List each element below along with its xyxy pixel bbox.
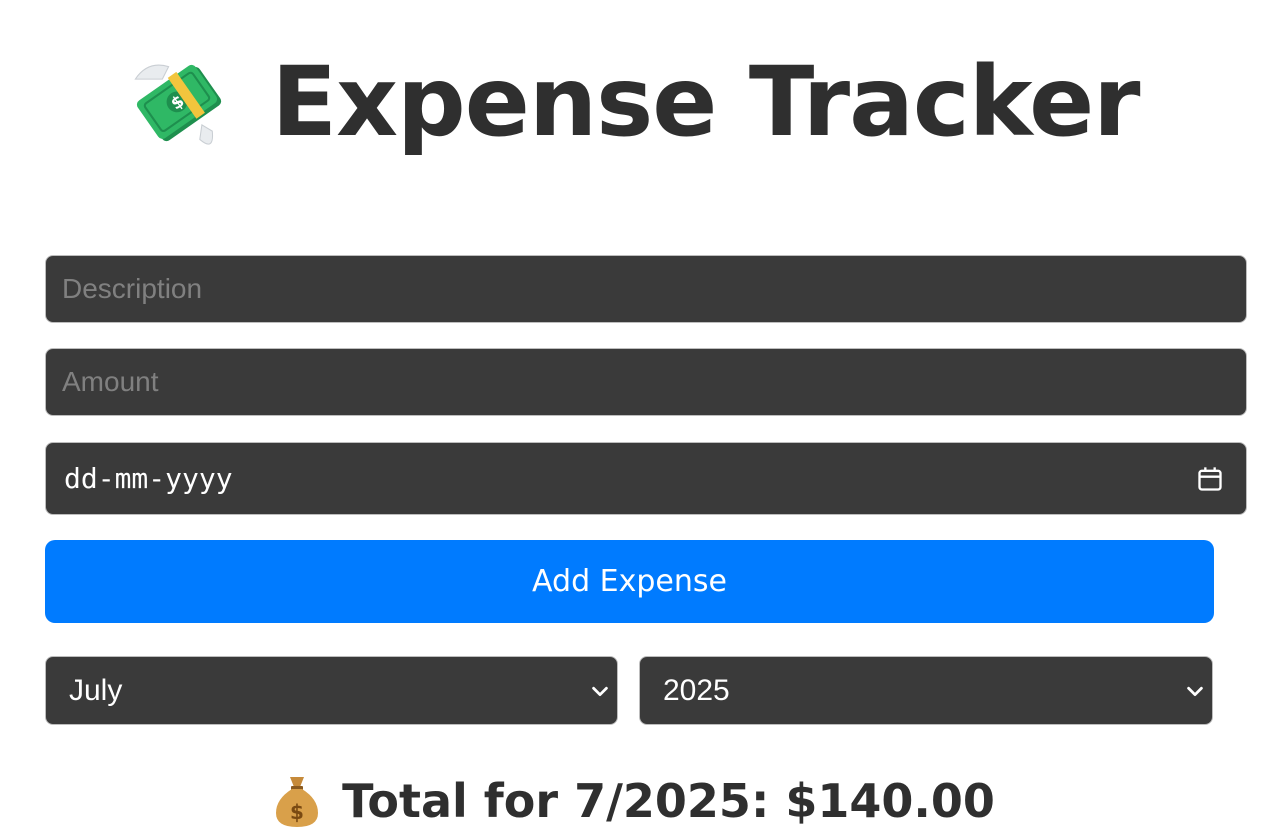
year-select[interactable]: 2025	[639, 656, 1213, 725]
chevron-down-icon	[592, 686, 608, 696]
svg-text:$: $	[290, 800, 304, 824]
date-placeholder: dd-mm-yyyy	[64, 462, 233, 495]
description-input[interactable]: Description	[45, 255, 1247, 323]
amount-placeholder: Amount	[62, 366, 159, 397]
description-placeholder: Description	[62, 273, 203, 304]
money-bag-icon: $	[276, 777, 319, 827]
year-select-value: 2025	[663, 673, 730, 707]
month-select-value: July	[69, 673, 123, 707]
month-select[interactable]: July	[45, 656, 618, 725]
monthly-total: $ Total for 7/2025: $140.00	[0, 766, 1267, 832]
header: $ Expense Tracker	[0, 42, 1267, 162]
chevron-down-icon	[1187, 686, 1203, 696]
amount-input[interactable]: Amount	[45, 348, 1247, 416]
add-expense-button[interactable]: Add Expense	[45, 540, 1214, 623]
calendar-icon[interactable]	[1196, 465, 1224, 493]
money-with-wings-icon: $	[134, 64, 222, 145]
total-text: Total for 7/2025: $140.00	[342, 774, 995, 828]
date-input[interactable]: dd-mm-yyyy	[45, 442, 1247, 515]
page-title: Expense Tracker	[271, 46, 1140, 158]
expense-tracker-app: $ Expense Tracker Description Amount dd-…	[0, 0, 1267, 832]
